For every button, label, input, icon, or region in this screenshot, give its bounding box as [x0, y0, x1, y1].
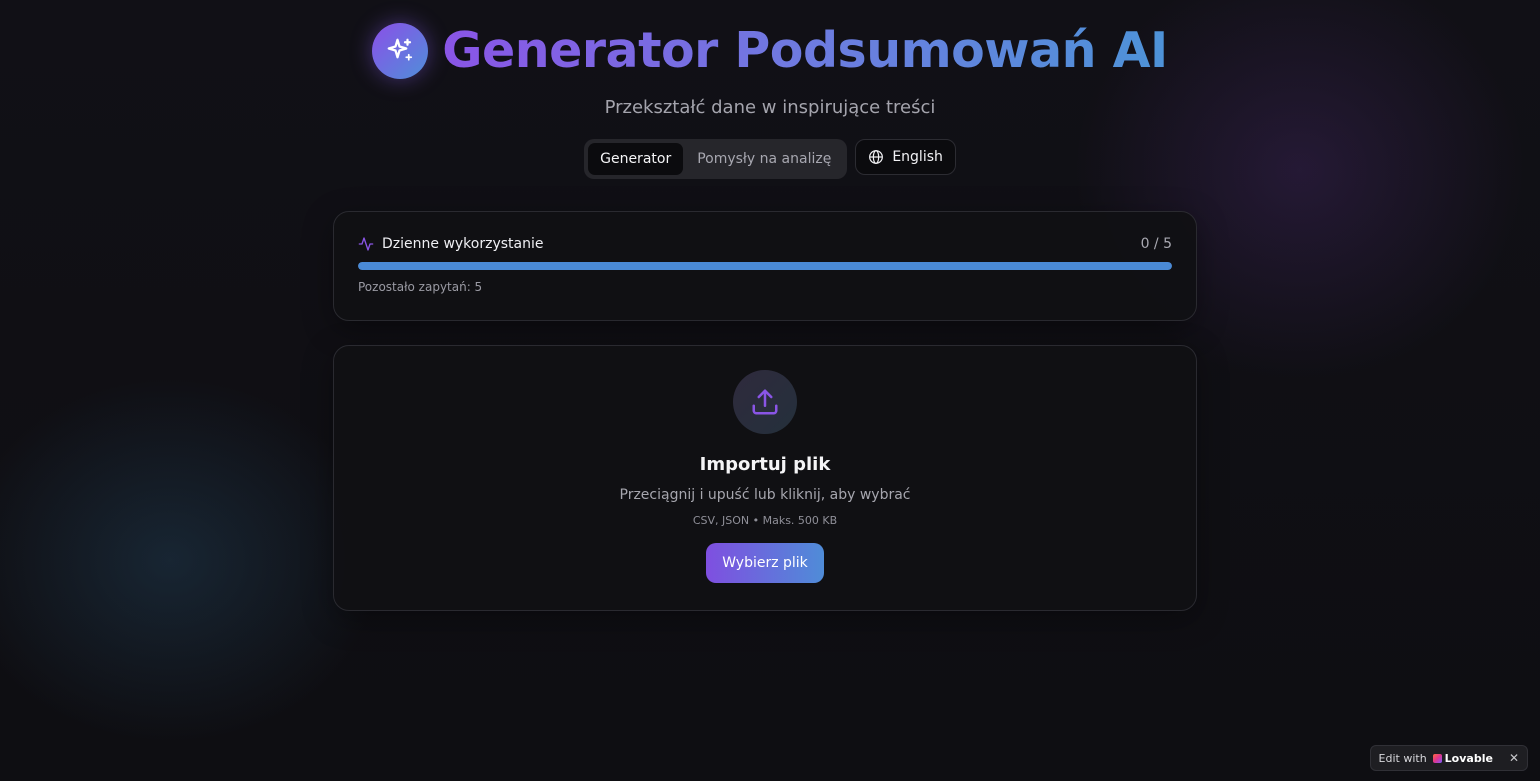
header: Generator Podsumowań AI: [0, 22, 1540, 79]
tab-list: Generator Pomysły na analizę: [584, 139, 848, 179]
upload-icon: [752, 389, 778, 415]
language-button-label: English: [892, 149, 943, 165]
activity-icon: [358, 237, 374, 251]
choose-file-button[interactable]: Wybierz plik: [706, 543, 824, 583]
usage-label: Dzienne wykorzystanie: [382, 236, 544, 252]
upload-description: Przeciągnij i upuść lub kliknij, aby wyb…: [619, 487, 911, 503]
usage-card: Dzienne wykorzystanie 0 / 5 Pozostało za…: [333, 211, 1197, 321]
usage-header: Dzienne wykorzystanie 0 / 5: [358, 236, 1172, 252]
edit-with-lovable-badge[interactable]: Edit with Lovable ✕: [1369, 745, 1528, 771]
tab-analysis-ideas[interactable]: Pomysły na analizę: [685, 143, 843, 175]
nav-row: Generator Pomysły na analizę English: [0, 139, 1540, 179]
upload-dropzone[interactable]: Importuj plik Przeciągnij i upuść lub kl…: [333, 345, 1197, 611]
close-icon[interactable]: ✕: [1509, 751, 1519, 765]
page: Generator Podsumowań AI Przekształć dane…: [0, 0, 1540, 781]
tab-generator[interactable]: Generator: [588, 143, 684, 175]
page-title: Generator Podsumowań AI: [442, 22, 1168, 79]
usage-count: 0 / 5: [1140, 236, 1172, 252]
sparkles-icon: [387, 38, 413, 61]
lovable-logo-icon: [1432, 753, 1442, 763]
usage-progress-bar: [358, 262, 1172, 270]
page-subtitle: Przekształć dane w inspirujące treści: [604, 97, 936, 118]
globe-icon: [869, 150, 884, 164]
upload-formats: CSV, JSON • Maks. 500 KB: [692, 514, 838, 527]
lovable-brand-label: Lovable: [1444, 751, 1493, 765]
upload-icon-circle: [733, 370, 797, 434]
lovable-brand: Lovable: [1432, 751, 1493, 765]
badge-prefix: Edit with: [1378, 751, 1427, 765]
usage-progress-fill: [358, 262, 1172, 270]
usage-label-group: Dzienne wykorzystanie: [358, 236, 543, 252]
upload-title: Importuj plik: [699, 454, 831, 475]
usage-remaining: Pozostało zapytań: 5: [358, 280, 483, 294]
language-button[interactable]: English: [855, 139, 956, 175]
logo: [372, 22, 429, 79]
